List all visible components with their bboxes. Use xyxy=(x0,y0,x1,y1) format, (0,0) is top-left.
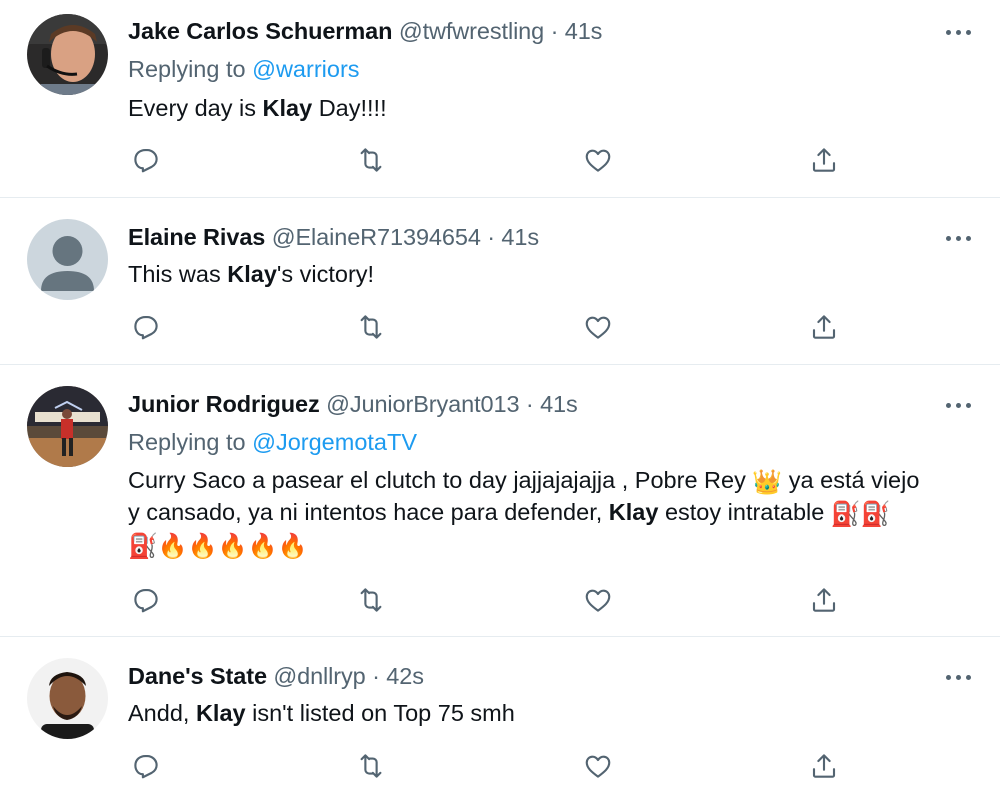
reply-icon[interactable] xyxy=(128,142,164,178)
more-icon[interactable] xyxy=(944,395,974,415)
tweet-actions xyxy=(0,309,1000,345)
reply-icon[interactable] xyxy=(128,748,164,784)
crown-emoji: 👑 xyxy=(752,469,783,496)
author-name[interactable]: Junior Rodriguez xyxy=(128,391,320,417)
text-part: This was xyxy=(128,261,228,287)
avatar-image xyxy=(27,386,108,467)
fuel-pump-emoji: ⛽ xyxy=(860,501,891,528)
separator-dot: · xyxy=(550,18,559,44)
replying-to: Replying to @warriors xyxy=(128,56,360,83)
fuel-pump-emoji: ⛽ xyxy=(830,501,861,528)
author-name[interactable]: Jake Carlos Schuerman xyxy=(128,18,392,44)
avatar[interactable] xyxy=(27,14,108,95)
separator-dot: · xyxy=(525,391,534,417)
text-bold: Klay xyxy=(227,261,277,287)
text-part: Every day is xyxy=(128,95,263,121)
separator-dot: · xyxy=(487,224,495,250)
tweet-header: Elaine Rivas @ElaineR71394654 · 41s xyxy=(128,224,539,251)
avatar[interactable] xyxy=(27,386,108,467)
replying-to-label: Replying to xyxy=(128,429,246,455)
avatar[interactable] xyxy=(27,658,108,739)
share-icon[interactable] xyxy=(806,582,842,618)
author-name[interactable]: Elaine Rivas xyxy=(128,224,265,250)
author-handle[interactable]: @ElaineR71394654 xyxy=(272,224,481,250)
replying-to-mention[interactable]: @warriors xyxy=(252,56,359,82)
separator-dot: · xyxy=(372,663,380,689)
retweet-icon[interactable] xyxy=(353,309,389,345)
tweet-text: Andd, Klay isn't listed on Top 75 smh xyxy=(128,697,973,729)
tweet-header: Jake Carlos Schuerman @twfwrestling · 41… xyxy=(128,18,602,45)
avatar[interactable] xyxy=(27,219,108,300)
retweet-icon[interactable] xyxy=(353,142,389,178)
text-part: ya está viejo xyxy=(782,467,920,493)
tweet-header: Dane's State @dnllryp · 42s xyxy=(128,663,424,690)
more-icon[interactable] xyxy=(944,22,974,42)
reply-icon[interactable] xyxy=(128,309,164,345)
text-bold: Klay xyxy=(608,499,659,525)
author-name[interactable]: Dane's State xyxy=(128,663,267,689)
like-icon[interactable] xyxy=(580,748,616,784)
timestamp[interactable]: 42s xyxy=(386,663,424,689)
avatar-image xyxy=(27,658,108,739)
tweet-text: Curry Saco a pasear el clutch to day jaj… xyxy=(128,464,973,560)
fire-emoji: 🔥 xyxy=(187,533,218,560)
author-handle[interactable]: @dnllryp xyxy=(273,663,365,689)
share-icon[interactable] xyxy=(806,142,842,178)
tweet-3[interactable]: Junior Rodriguez @JuniorBryant013 · 41s … xyxy=(0,365,1000,636)
avatar-image xyxy=(27,14,108,95)
fire-emoji: 🔥 xyxy=(157,533,188,560)
text-line: y cansado, ya ni intentos hace para defe… xyxy=(128,496,973,528)
author-handle[interactable]: @twfwrestling xyxy=(399,18,544,44)
like-icon[interactable] xyxy=(580,142,616,178)
tweet-actions xyxy=(0,582,1000,618)
more-icon[interactable] xyxy=(944,228,974,248)
default-avatar-icon xyxy=(27,219,108,300)
text-part: Curry Saco a pasear el clutch to day jaj… xyxy=(128,467,753,493)
tweet-2[interactable]: Elaine Rivas @ElaineR71394654 · 41s This… xyxy=(0,198,1000,364)
tweet-actions xyxy=(0,142,1000,178)
text-part: estoy intratable xyxy=(658,499,831,525)
tweet-text: This was Klay's victory! xyxy=(128,258,973,290)
share-icon[interactable] xyxy=(806,748,842,784)
replying-to-label: Replying to xyxy=(128,56,246,82)
reply-icon[interactable] xyxy=(128,582,164,618)
text-part: y cansado, ya ni intentos hace para defe… xyxy=(128,499,609,525)
more-icon[interactable] xyxy=(944,667,974,687)
tweet-text: Every day is Klay Day!!!! xyxy=(128,92,973,124)
replying-to-mention[interactable]: @JorgemotaTV xyxy=(252,429,417,455)
tweet-actions xyxy=(0,748,1000,784)
text-part: Day!!!! xyxy=(312,95,387,121)
share-icon[interactable] xyxy=(806,309,842,345)
text-part: 's victory! xyxy=(276,261,375,287)
like-icon[interactable] xyxy=(580,309,616,345)
timestamp[interactable]: 41s xyxy=(565,18,603,44)
tweet-1[interactable]: Jake Carlos Schuerman @twfwrestling · 41… xyxy=(0,0,1000,197)
text-part: Andd, xyxy=(128,700,196,726)
fuel-pump-emoji: ⛽ xyxy=(128,533,158,560)
text-line: ⛽🔥🔥🔥🔥🔥 xyxy=(128,528,973,560)
retweet-icon[interactable] xyxy=(353,748,389,784)
text-bold: Klay xyxy=(195,700,246,726)
timestamp[interactable]: 41s xyxy=(540,391,578,417)
text-line: Curry Saco a pasear el clutch to day jaj… xyxy=(128,464,973,496)
author-handle[interactable]: @JuniorBryant013 xyxy=(326,391,519,417)
text-part: isn't listed on Top 75 smh xyxy=(245,700,515,726)
replying-to: Replying to @JorgemotaTV xyxy=(128,429,417,456)
fire-emoji: 🔥 xyxy=(247,533,278,560)
timestamp[interactable]: 41s xyxy=(501,224,539,250)
tweet-4[interactable]: Dane's State @dnllryp · 42s Andd, Klay i… xyxy=(0,637,1000,779)
fire-emoji: 🔥 xyxy=(277,533,308,560)
tweet-header: Junior Rodriguez @JuniorBryant013 · 41s xyxy=(128,391,578,418)
text-bold: Klay xyxy=(262,95,313,121)
retweet-icon[interactable] xyxy=(353,582,389,618)
like-icon[interactable] xyxy=(580,582,616,618)
fire-emoji: 🔥 xyxy=(217,533,248,560)
